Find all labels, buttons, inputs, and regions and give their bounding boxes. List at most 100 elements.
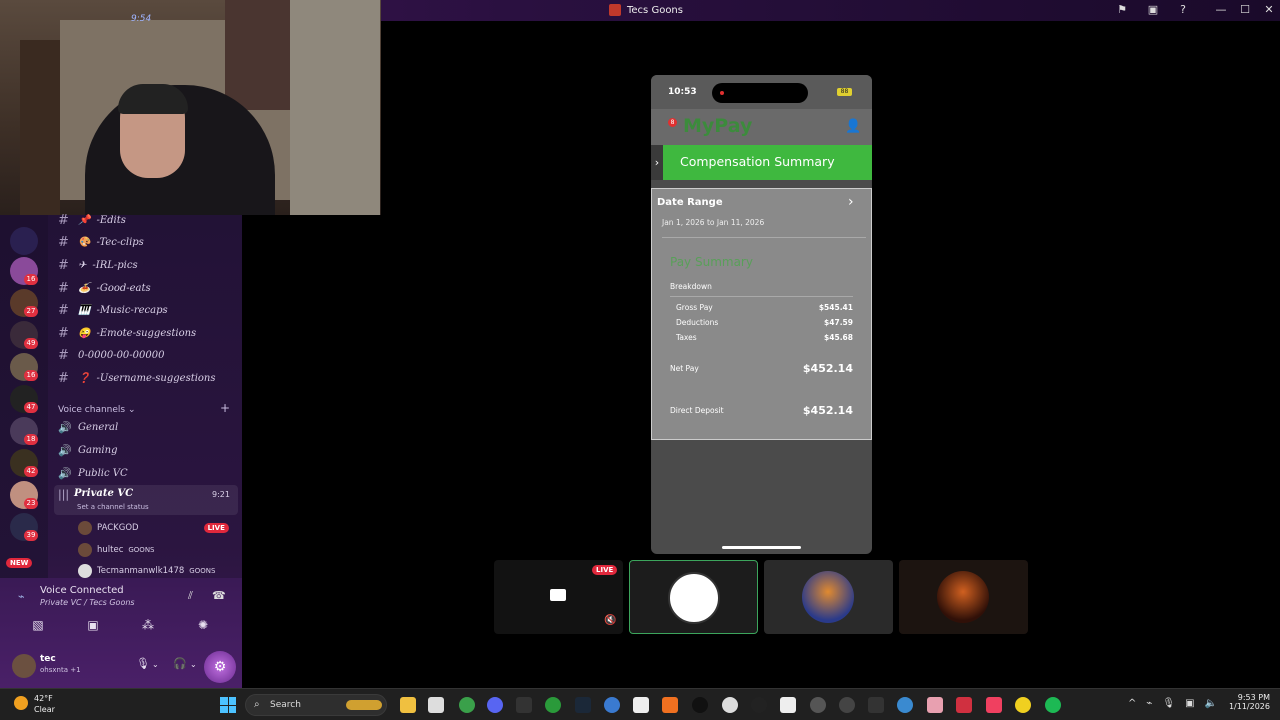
discord-icon[interactable] <box>487 697 503 713</box>
server-badge: 18 <box>24 434 38 445</box>
app-icon[interactable] <box>633 697 649 713</box>
app-icon[interactable] <box>839 697 855 713</box>
chevron-right-icon[interactable]: › <box>848 194 854 210</box>
chevron-down-icon[interactable]: ⌄ <box>190 660 197 669</box>
pay-summary-card: Date Range › Jan 1, 2026 to Jan 11, 2026… <box>651 188 872 440</box>
app-icon[interactable] <box>516 697 532 713</box>
clock[interactable]: 9:53 PM 1/11/2026 <box>1222 693 1270 711</box>
stream-tile[interactable]: LIVE 🔇 <box>494 560 623 634</box>
voice-channel-general[interactable]: 🔊 General <box>58 417 238 437</box>
server-badge: 16 <box>24 370 38 381</box>
server-badge: 42 <box>24 466 38 477</box>
user-status: ohsxnta +1 <box>40 666 81 674</box>
search-icon: ⌕ <box>254 699 260 710</box>
spotify-icon[interactable] <box>1045 697 1061 713</box>
channel-item[interactable]: # 🎨 -Tec-clips <box>58 232 238 252</box>
minimize-button[interactable]: — <box>1214 3 1228 17</box>
camera-off-icon[interactable]: ▧ <box>27 618 49 634</box>
voice-status: Voice Connected <box>40 585 124 596</box>
channel-item[interactable]: #0-0000-00-00000 <box>58 345 238 365</box>
taxes-row: Taxes $45.68 <box>676 333 853 342</box>
date-range-value: Jan 1, 2026 to Jan 11, 2026 <box>662 218 765 227</box>
screen-share-icon[interactable]: ▣ <box>82 618 104 634</box>
webcam-overlay: 9:54 <box>0 0 381 215</box>
close-button[interactable]: ✕ <box>1262 3 1276 17</box>
hash-icon: # <box>58 302 69 318</box>
app-icon[interactable] <box>927 697 943 713</box>
maximize-button[interactable]: ☐ <box>1238 3 1252 17</box>
username: tec <box>40 654 56 664</box>
channel-item[interactable]: # ✈ -IRL-pics <box>58 255 238 275</box>
settings-gear-icon[interactable]: ⚙ <box>204 651 236 683</box>
voice-member[interactable]: hultec GOONS <box>78 541 155 559</box>
channel-item[interactable]: # 😜 -Emote-suggestions <box>58 323 238 343</box>
add-channel-icon[interactable]: + <box>220 401 230 415</box>
channel-status[interactable]: Set a channel status <box>77 503 149 511</box>
start-button[interactable] <box>220 697 236 713</box>
app-icon[interactable] <box>751 697 767 713</box>
app-icon[interactable] <box>662 697 678 713</box>
voice-channel-public[interactable]: 🔊 Public VC <box>58 463 238 483</box>
participant-tile[interactable] <box>899 560 1028 634</box>
hash-icon: # <box>58 212 69 228</box>
participant-tile[interactable] <box>764 560 893 634</box>
voice-channels-header[interactable]: Voice channels ⌄ <box>58 405 136 415</box>
divider <box>662 237 866 238</box>
browser-icon[interactable] <box>604 697 620 713</box>
chevron-right-icon[interactable]: › <box>651 145 663 180</box>
hash-icon: # <box>58 347 69 363</box>
system-tray[interactable]: ^⌁🎙▣🔈 <box>1128 698 1227 709</box>
mute-icon[interactable]: 🔇 <box>604 615 616 626</box>
screen-share-icon[interactable]: ▣ <box>1146 3 1160 17</box>
user-profile-icon[interactable]: 👤 <box>845 119 861 134</box>
app-icon[interactable] <box>1015 697 1031 713</box>
channel-item[interactable]: # 🍝 -Good-eats <box>58 278 238 298</box>
avatar <box>78 564 92 578</box>
participant-tile[interactable] <box>629 560 758 634</box>
breakdown-label: Breakdown <box>670 282 712 291</box>
taskbar: 42°F Clear ⌕ Search ^⌁🎙▣🔈 9:53 PM 1/11/2… <box>0 688 1280 720</box>
activities-icon[interactable]: ⁂ <box>137 618 159 634</box>
app-icon[interactable] <box>897 697 913 713</box>
file-explorer-icon[interactable] <box>400 697 416 713</box>
music-icon[interactable] <box>986 697 1002 713</box>
hash-icon: # <box>58 280 69 296</box>
inbox-icon[interactable]: ⚑ <box>1115 3 1129 17</box>
search-box[interactable]: ⌕ Search <box>245 694 387 716</box>
server-folder-icon[interactable] <box>10 227 38 255</box>
store-icon[interactable] <box>428 697 444 713</box>
hash-icon: # <box>58 257 69 273</box>
soundboard-icon[interactable]: ✺ <box>192 618 214 634</box>
chrome-icon[interactable] <box>459 697 475 713</box>
voice-channel-gaming[interactable]: 🔊 Gaming <box>58 440 238 460</box>
hash-icon: # <box>58 325 69 341</box>
voice-location[interactable]: Private VC / Tecs Goons <box>40 598 135 607</box>
avatar[interactable] <box>12 654 36 678</box>
speaker-icon: 🔊 <box>58 420 72 434</box>
disconnect-icon[interactable]: ☎ <box>212 589 226 602</box>
channel-item[interactable]: # ❓ -Username-suggestions <box>58 368 238 388</box>
microphone-icon[interactable]: 🎙 <box>136 657 150 670</box>
steam-icon[interactable] <box>575 697 591 713</box>
help-icon[interactable]: ? <box>1176 3 1190 17</box>
settings-icon[interactable] <box>722 697 738 713</box>
channel-item[interactable]: # 🎹 -Music-recaps <box>58 300 238 320</box>
voice-member[interactable]: PACKGOD LIVE <box>78 519 229 537</box>
voice-channel-private[interactable]: ||| Private VC 9:21 Set a channel status <box>54 485 238 515</box>
hash-icon: # <box>58 234 69 250</box>
new-badge: NEW <box>6 558 33 568</box>
app-icon[interactable] <box>956 697 972 713</box>
server-badge: 16 <box>24 274 38 285</box>
voice-connected-panel: ⌁ Voice Connected Private VC / Tecs Goon… <box>0 578 242 688</box>
chevron-down-icon[interactable]: ⌄ <box>152 660 159 669</box>
app-icon[interactable] <box>868 697 884 713</box>
xbox-icon[interactable] <box>545 697 561 713</box>
headphones-icon[interactable]: 🎧 <box>173 657 187 670</box>
noise-suppression-icon[interactable]: ⫽ <box>188 589 193 603</box>
avatar <box>668 572 720 624</box>
app-icon[interactable] <box>810 697 826 713</box>
channel-item[interactable]: # 📌 -Edits <box>58 210 238 230</box>
app-icon[interactable] <box>780 697 796 713</box>
signal-icon[interactable]: ⌁ <box>18 590 25 603</box>
app-icon[interactable] <box>692 697 708 713</box>
